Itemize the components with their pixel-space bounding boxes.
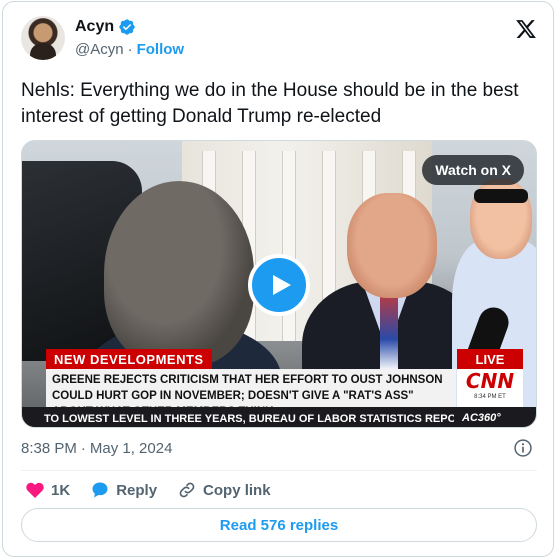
news-crawl: TO LOWEST LEVEL IN THREE YEARS, BUREAU O…	[22, 407, 536, 427]
banner-new-developments: NEW DEVELOPMENTS	[46, 349, 212, 369]
info-icon[interactable]	[513, 438, 533, 458]
divider	[21, 470, 537, 471]
avatar[interactable]	[21, 16, 65, 60]
copy-link-button[interactable]: Copy link	[177, 480, 271, 500]
reply-label: Reply	[116, 481, 158, 499]
tweet-card: Acyn @Acyn · Follow Nehls: Everything we…	[2, 1, 554, 557]
reply-bubble-icon	[92, 482, 108, 498]
read-replies-button[interactable]: Read 576 replies	[21, 508, 537, 542]
x-logo-icon[interactable]	[515, 18, 537, 40]
watch-on-x-button[interactable]: Watch on X	[422, 155, 524, 185]
crawl-text: TO LOWEST LEVEL IN THREE YEARS, BUREAU O…	[44, 412, 454, 425]
speaker-head	[347, 193, 437, 298]
network-box: CNN 8:34 PM ET	[457, 369, 523, 407]
show-tag: AC360°	[462, 412, 501, 424]
handle[interactable]: @Acyn	[75, 41, 124, 58]
network-time: 8:34 PM ET	[474, 394, 506, 400]
like-button[interactable]: 1K	[25, 480, 70, 500]
tweet-header: Acyn @Acyn · Follow	[21, 16, 537, 64]
name-row: Acyn	[75, 18, 136, 36]
tweet-date: May 1, 2024	[89, 440, 173, 457]
timestamp-separator: ·	[80, 440, 86, 457]
play-icon	[273, 275, 291, 295]
video-player[interactable]: Watch on X NEW DEVELOPMENTS LIVE GREENE …	[21, 140, 537, 428]
heart-icon	[26, 482, 44, 498]
reply-button[interactable]: Reply	[90, 480, 157, 500]
verified-badge-icon	[119, 19, 135, 35]
tweet-timestamp[interactable]: 8:38 PM · May 1, 2024	[21, 440, 172, 457]
handle-separator: ·	[127, 41, 133, 58]
sunglasses	[474, 189, 528, 203]
follow-button[interactable]: Follow	[137, 41, 185, 58]
tweet-time: 8:38 PM	[21, 440, 77, 457]
like-count: 1K	[51, 481, 71, 499]
reporter-head	[104, 181, 254, 366]
display-name[interactable]: Acyn	[75, 18, 114, 36]
play-button[interactable]	[248, 254, 310, 316]
action-bar: 1K Reply Copy link	[25, 480, 271, 500]
cnn-logo: CNN	[465, 369, 515, 393]
link-icon	[179, 482, 195, 498]
live-badge: LIVE	[457, 349, 523, 369]
chyron-headline: GREENE REJECTS CRITICISM THAT HER EFFORT…	[46, 369, 456, 418]
handle-row: @Acyn · Follow	[75, 41, 184, 58]
copy-link-label: Copy link	[203, 481, 271, 499]
tweet-text: Nehls: Everything we do in the House sho…	[21, 80, 519, 127]
news-ticker: NEW DEVELOPMENTS LIVE GREENE REJECTS CRI…	[22, 347, 536, 427]
